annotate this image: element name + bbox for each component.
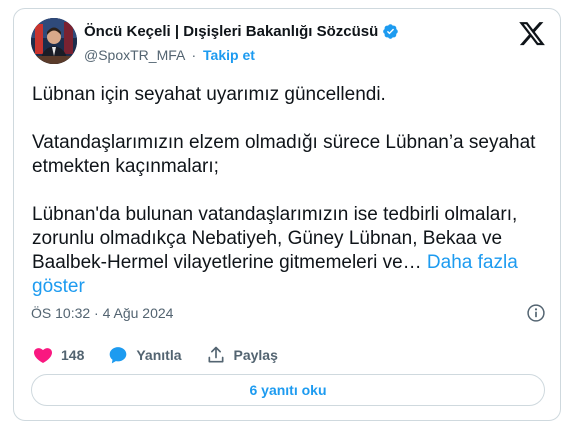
reply-button[interactable]: Yanıtla <box>108 345 182 365</box>
follow-button[interactable]: Takip et <box>203 47 255 63</box>
reply-label: Yanıtla <box>136 347 182 363</box>
share-button[interactable]: Paylaş <box>206 345 278 365</box>
heart-icon <box>34 348 52 363</box>
verified-badge-icon <box>383 24 399 39</box>
info-icon[interactable] <box>526 303 546 323</box>
author-handle[interactable]: @SpoxTR_MFA <box>84 47 185 63</box>
share-upload-icon <box>208 346 223 363</box>
like-button[interactable]: 148 <box>33 345 84 365</box>
tweet-text: Lübnan için seyahat uyarımız güncellendi… <box>32 83 547 323</box>
author-name-row[interactable]: Öncü Keçeli | Dışişleri Bakanlığı Sözcüs… <box>84 23 399 40</box>
author-name[interactable]: Öncü Keçeli | Dışişleri Bakanlığı Sözcüs… <box>84 23 378 40</box>
read-replies-button[interactable]: 6 yanıtı oku <box>31 374 545 406</box>
x-logo-icon[interactable] <box>519 22 545 46</box>
tweet-paragraph-last: Lübnan'da bulunan vatandaşlarımızın ise … <box>32 203 547 299</box>
speech-bubble-icon <box>110 347 127 364</box>
tweet-paragraph: Vatandaşlarımızın elzem olmadığı sürece … <box>32 132 536 177</box>
handle-row: @SpoxTR_MFA · Takip et <box>84 47 255 63</box>
tweet-card: Öncü Keçeli | Dışişleri Bakanlığı Sözcüs… <box>13 8 561 421</box>
like-count: 148 <box>61 347 85 363</box>
tweet-timestamp[interactable]: ÖS 10:32 · 4 Ağu 2024 <box>31 305 173 321</box>
avatar[interactable] <box>31 18 77 64</box>
separator: · <box>191 47 197 63</box>
action-bar: 148 Yanıtla Paylaş <box>33 345 302 365</box>
avatar-photo <box>31 18 77 64</box>
tweet-paragraph: Lübnan için seyahat uyarımız güncellendi… <box>32 84 386 105</box>
share-label: Paylaş <box>233 347 278 363</box>
